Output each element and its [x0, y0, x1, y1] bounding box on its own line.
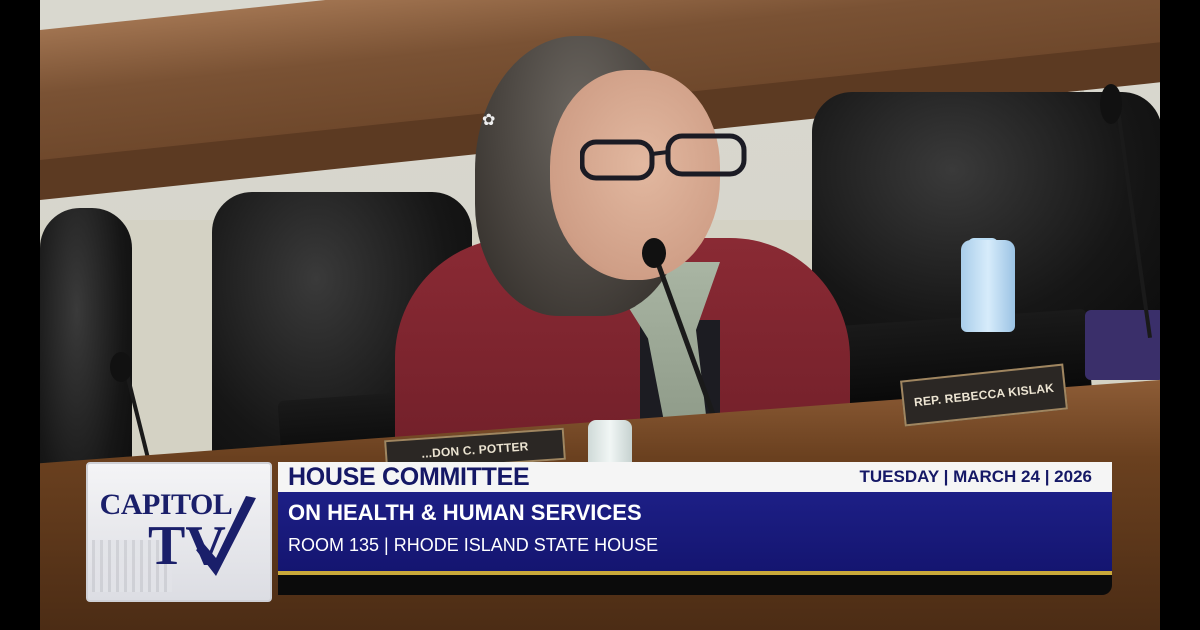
shadow-bar [278, 575, 1112, 595]
committee-name: ON HEALTH & HUMAN SERVICES [288, 500, 642, 525]
glasses-icon [580, 133, 747, 181]
committee-title: HOUSE COMMITTEE [288, 463, 530, 491]
microphone-icon [642, 238, 666, 268]
microphone-icon-right [1100, 84, 1122, 124]
checkmark-icon [196, 496, 256, 576]
microphone-icon-left [110, 352, 132, 382]
small-water-bottle [588, 420, 632, 464]
broadcast-date: TUESDAY | MARCH 24 | 2026 [859, 467, 1093, 486]
hair-clip-icon: ✿ [482, 112, 496, 129]
water-bottle [961, 240, 1015, 332]
room-location: ROOM 135 | RHODE ISLAND STATE HOUSE [288, 535, 659, 555]
